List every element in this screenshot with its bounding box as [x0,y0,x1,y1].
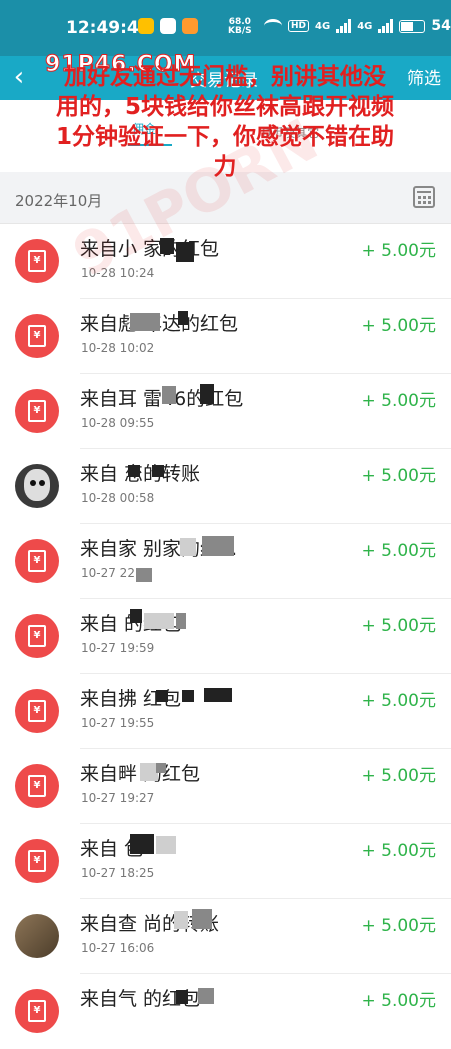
redaction-mask [178,311,188,325]
red-envelope-icon: ¥ [15,314,59,358]
transaction-amount: + 5.00元 [361,841,437,861]
signal-area: HD 4G 4G 54% [264,18,451,34]
transaction-row[interactable]: ¥ 来自 的红包 10-27 19:59 + 5.00元 [0,599,451,674]
transaction-time: 10-28 00:58 [81,491,155,505]
transaction-row[interactable]: 来自 恋的转账 10-28 00:58 + 5.00元 [0,449,451,524]
back-arrow-icon[interactable]: ‹ [8,62,30,92]
net-speed: 68.0 KB/S [228,17,252,36]
redaction-mask [176,242,194,262]
redaction-mask [136,568,152,582]
redaction-mask [156,690,168,702]
overlay-ad-text: 加好友通过无门槛，别讲其他没用的，5块钱给你丝袜高跟开视频1分钟验证一下，你感觉… [55,64,394,180]
app-notification-icon [182,18,198,34]
transaction-title: 来自 恋的转账 [80,463,201,485]
transaction-row[interactable]: ¥ 来自彪 年达的红包 10-28 10:02 + 5.00元 [0,299,451,374]
transaction-row[interactable]: ¥ 来自家 别家的红... 10-27 22: + 5.00元 [0,524,451,599]
redaction-mask [182,690,194,702]
transaction-row[interactable]: 来自查 尚的转账 10-27 16:06 + 5.00元 [0,899,451,974]
transaction-row[interactable]: ¥ 来自 包 10-27 18:25 + 5.00元 [0,824,451,899]
transaction-time: 10-27 16:06 [81,941,155,955]
month-label: 2022年10月 [15,192,103,210]
redaction-mask [180,538,196,556]
network-type-label: 4G [315,20,331,32]
transaction-title: 来自 包 [80,838,144,860]
transaction-row[interactable]: ¥ 来自气 的红包 + 5.00元 [0,974,451,1049]
hd-badge: HD [288,20,310,32]
transaction-amount: + 5.00元 [361,991,437,1011]
transaction-time: 10-27 18:25 [81,866,155,880]
red-envelope-icon: ¥ [15,989,59,1033]
redaction-mask [204,688,232,702]
redaction-mask [156,763,166,773]
red-envelope-icon: ¥ [15,389,59,433]
redaction-mask [144,613,174,629]
red-envelope-icon: ¥ [15,539,59,583]
transaction-amount: + 5.00元 [361,916,437,936]
transaction-amount: + 5.00元 [361,766,437,786]
transaction-title: 来自查 尚的转账 [80,913,220,935]
calendar-icon[interactable] [413,186,435,208]
avatar-icon [15,914,59,958]
transaction-time: 10-28 09:55 [81,416,155,430]
filter-button[interactable]: 筛选 [407,64,441,89]
red-envelope-icon: ¥ [15,239,59,283]
app-notification-icon [138,18,154,34]
redaction-mask [152,465,164,477]
redaction-mask [202,536,234,556]
transaction-title: 来自彪 年达的红包 [80,313,239,335]
red-envelope-icon: ¥ [15,839,59,883]
app-notification-icon [160,18,176,34]
transaction-row[interactable]: ¥ 来自畔 的红包 10-27 19:27 + 5.00元 [0,749,451,824]
battery-percent: 54% [431,18,451,34]
red-envelope-icon: ¥ [15,689,59,733]
transaction-time: 10-27 22: [81,566,139,580]
wifi-icon [264,19,282,33]
redaction-mask [176,990,188,1004]
redaction-mask [130,834,154,854]
battery-icon [399,19,426,33]
status-bar: 12:49:45 68.0 KB/S HD 4G 4G 54% [0,0,451,56]
signal-bars-icon [378,19,394,33]
redaction-mask [162,386,176,404]
transaction-amount: + 5.00元 [361,466,437,486]
transaction-row[interactable]: ¥ 来自拂 红包 10-27 19:55 + 5.00元 [0,674,451,749]
notification-icons [138,18,198,34]
redaction-mask [192,909,212,929]
transaction-amount: + 5.00元 [361,316,437,336]
transaction-time: 10-27 19:27 [81,791,155,805]
signal-bars-icon [336,19,352,33]
transaction-time: 10-28 10:02 [81,341,155,355]
redaction-mask [156,836,176,854]
transaction-time: 10-27 19:55 [81,716,155,730]
redaction-mask [176,613,186,629]
transaction-list: ¥ 来自小 家的红包 10-28 10:24 + 5.00元 ¥ 来自彪 年达的… [0,224,451,1049]
redaction-mask [130,609,142,623]
redaction-mask [198,988,214,1004]
transaction-amount: + 5.00元 [361,241,437,261]
transaction-amount: + 5.00元 [361,541,437,561]
red-envelope-icon: ¥ [15,614,59,658]
transaction-row[interactable]: ¥ 来自耳 雷46的红包 10-28 09:55 + 5.00元 [0,374,451,449]
redaction-mask [200,384,214,404]
transaction-title: 来自 的红包 [80,613,182,635]
transaction-amount: + 5.00元 [361,691,437,711]
network-type-label: 4G [357,20,373,32]
redaction-mask [128,465,140,477]
transaction-time: 10-27 19:59 [81,641,155,655]
transaction-title: 来自畔 的红包 [80,763,201,785]
transaction-amount: + 5.00元 [361,391,437,411]
avatar-icon [15,464,59,508]
redaction-mask [174,911,188,929]
red-envelope-icon: ¥ [15,764,59,808]
transaction-amount: + 5.00元 [361,616,437,636]
redaction-mask [130,313,160,331]
